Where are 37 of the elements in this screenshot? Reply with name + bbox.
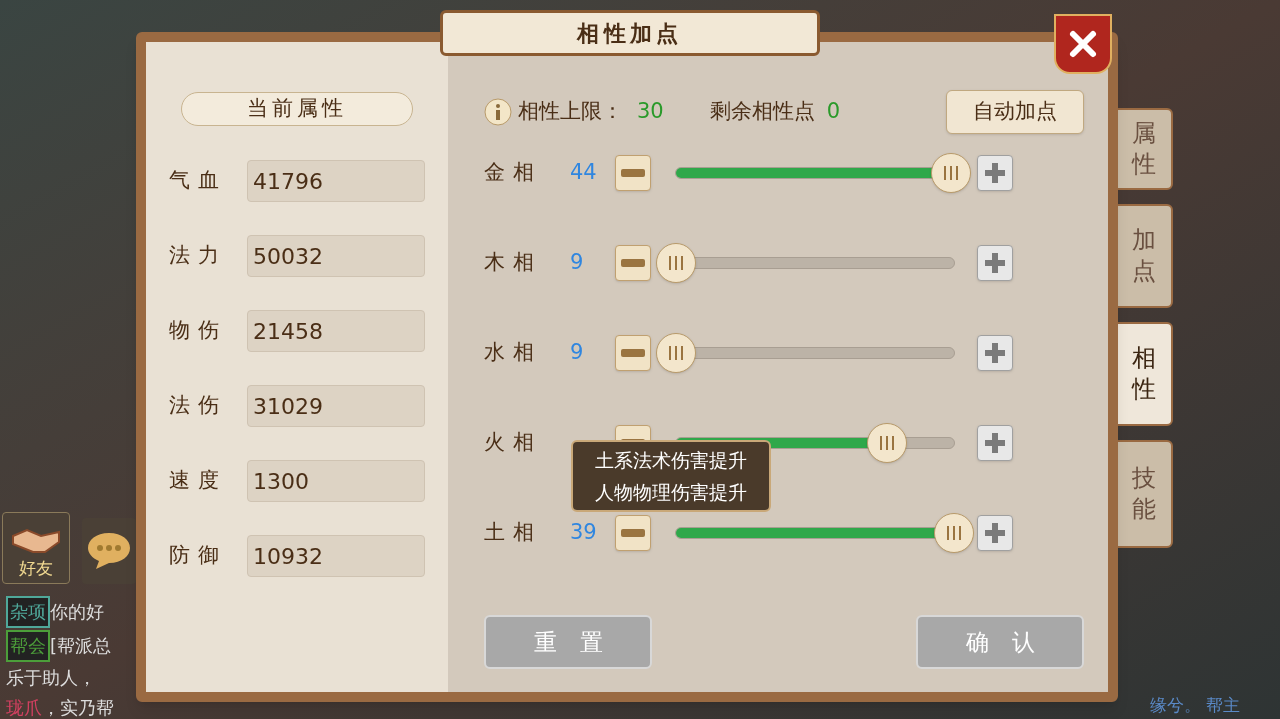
stat-value: 41796 [247,160,425,202]
cap-value: 30 [637,98,664,126]
stat-value: 31029 [247,385,425,427]
player-name: 缘兮。 帮主 [1150,694,1241,717]
chat-message: 乐于助人， [6,666,96,690]
chat-message: 你的好 [50,600,104,624]
section-header: 当前属性 [181,92,413,126]
tooltip-line: 土系法术伤害提升 [595,448,747,473]
affinity-value: 44 [570,159,598,187]
affinity-value: 39 [570,519,598,547]
affinity-label: 水相 [484,339,544,367]
remaining-value: 0 [826,98,841,126]
tooltip-line: 人物物理伤害提升 [595,480,747,505]
stat-label: 法力 [169,242,229,270]
stat-label: 气血 [169,167,229,195]
remaining-label: 剩余相性点 [709,98,815,126]
chat-message: [帮派总 [50,634,112,658]
stat-value: 10932 [247,535,425,577]
affinity-label: 火相 [484,429,544,457]
stat-label: 速度 [169,467,229,495]
chat-message: ，实乃帮 [42,696,114,719]
affinity-label: 木相 [484,249,544,277]
affinity-value: 9 [570,249,585,277]
chat-name: 珑爪 [6,696,42,719]
stat-label: 物伤 [169,317,229,345]
affinity-label: 金相 [484,159,544,187]
chat-tag: 帮会 [6,630,50,662]
affinity-value: 9 [570,339,585,367]
chat-tag: 杂项 [6,596,50,628]
stat-value: 1300 [247,460,425,502]
stat-value: 50032 [247,235,425,277]
title-banner: 相性加点 [440,10,820,56]
cap-label: 相性上限： [518,98,623,126]
stat-value: 21458 [247,310,425,352]
stat-label: 防御 [169,542,229,570]
stat-label: 法伤 [169,392,229,420]
affinity-label: 土相 [484,519,544,547]
